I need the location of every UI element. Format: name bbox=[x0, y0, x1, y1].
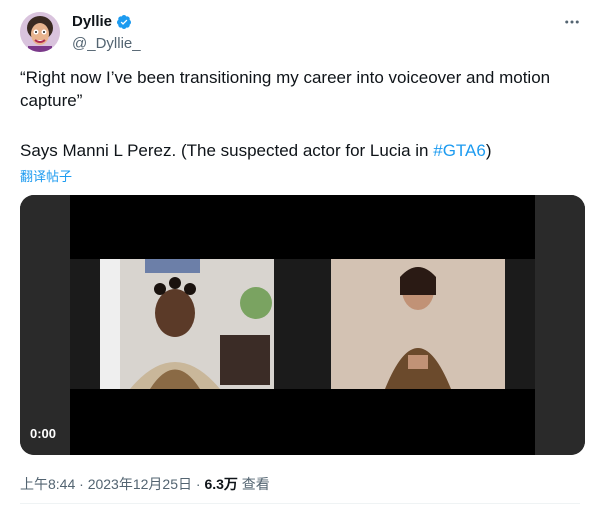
meta-separator: · bbox=[75, 476, 88, 492]
more-button[interactable] bbox=[560, 10, 584, 34]
avatar[interactable] bbox=[20, 12, 60, 52]
post-date[interactable]: 2023年12月25日 bbox=[88, 476, 192, 492]
author-handle[interactable]: @_Dyllie_ bbox=[72, 35, 141, 52]
hashtag-link[interactable]: #GTA6 bbox=[433, 141, 486, 160]
video-frame bbox=[20, 195, 585, 455]
author-name[interactable]: Dyllie bbox=[72, 13, 112, 30]
translate-post-link[interactable]: 翻译帖子 bbox=[20, 166, 72, 185]
video-player[interactable]: 0:00 bbox=[20, 195, 585, 455]
tweet-meta: 上午8:44 · 2023年12月25日 · 6.3万 查看 bbox=[20, 474, 270, 494]
tweet-card: Dyllie @_Dyllie_ “Right now I’ve been tr… bbox=[0, 0, 600, 511]
video-time: 0:00 bbox=[30, 426, 57, 441]
views-label: 查看 bbox=[237, 476, 270, 492]
views-count: 6.3万 bbox=[204, 476, 238, 492]
tweet-text-attribution: Says Manni L Perez. (The suspected actor… bbox=[20, 139, 492, 162]
verified-badge-icon bbox=[117, 14, 132, 29]
attribution-suffix: ) bbox=[485, 141, 492, 160]
divider bbox=[20, 503, 580, 504]
more-icon bbox=[565, 20, 579, 24]
meta-separator: · bbox=[192, 476, 205, 492]
attribution-prefix: Says Manni L Perez. (The suspected actor… bbox=[20, 141, 434, 160]
tweet-text-quote: “Right now I’ve been transitioning my ca… bbox=[20, 68, 555, 110]
post-time[interactable]: 上午8:44 bbox=[20, 476, 75, 492]
author-name-row[interactable]: Dyllie bbox=[72, 13, 132, 30]
